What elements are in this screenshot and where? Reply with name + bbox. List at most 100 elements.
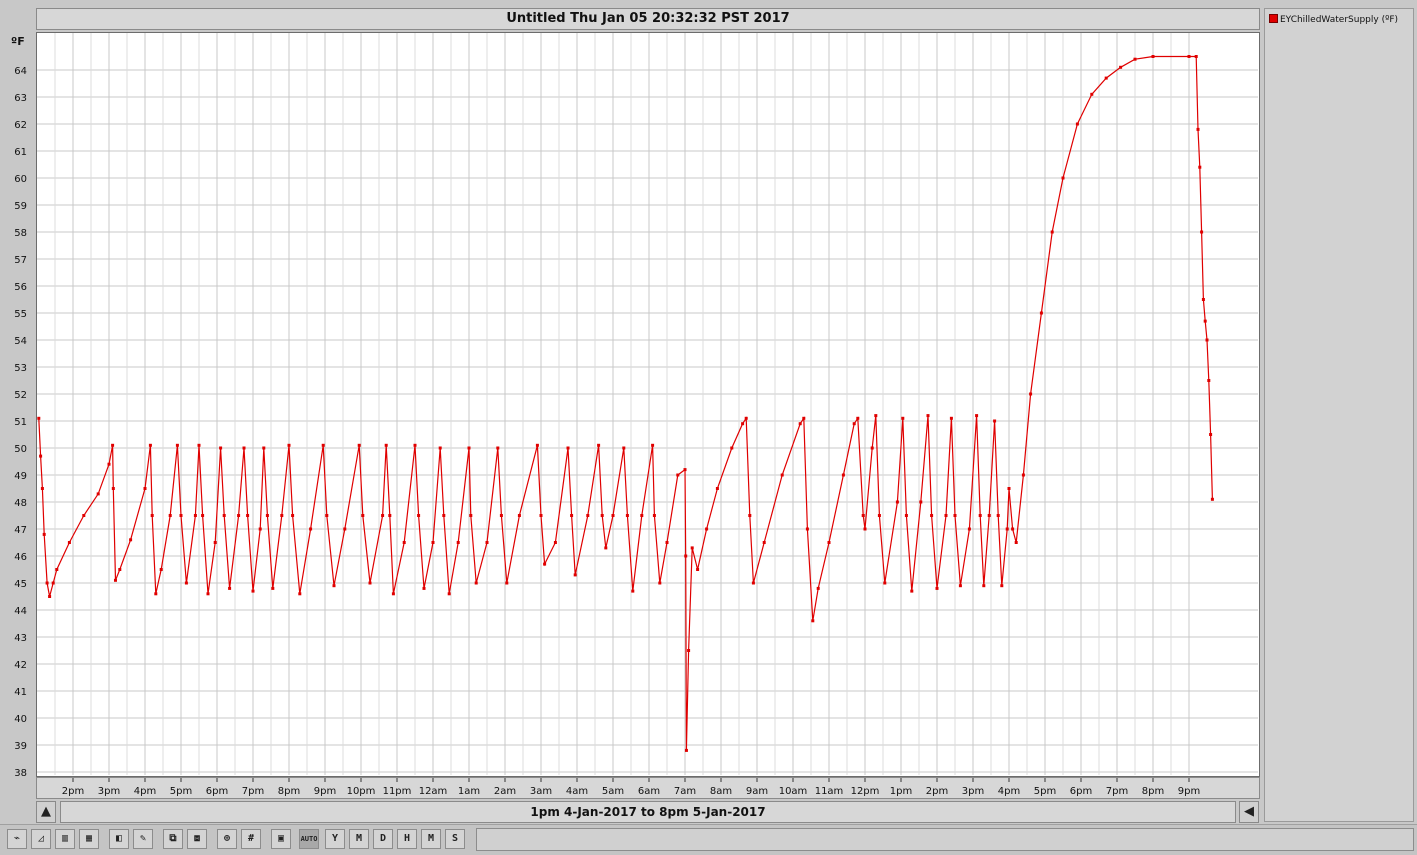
- x-tick-label: 4pm: [134, 786, 156, 797]
- data-point: [505, 581, 509, 585]
- data-point: [1007, 487, 1011, 490]
- data-point: [1075, 122, 1079, 126]
- brush-icon[interactable]: ✎: [133, 829, 153, 849]
- y-tick-label: 56: [14, 282, 27, 293]
- data-point: [368, 581, 372, 585]
- data-point: [1203, 319, 1207, 323]
- x-tick-label: 3am: [530, 786, 552, 797]
- data-point: [37, 416, 41, 420]
- data-point: [910, 589, 914, 593]
- bar-chart-icon[interactable]: ▥: [55, 829, 75, 849]
- minute-button[interactable]: M: [421, 829, 441, 849]
- data-point: [242, 446, 246, 450]
- y-tick-label: 54: [14, 336, 27, 347]
- data-point: [982, 584, 986, 588]
- data-point: [154, 592, 158, 596]
- data-point: [280, 514, 284, 517]
- data-point: [861, 514, 865, 517]
- x-tick-label: 4pm: [998, 786, 1020, 797]
- legend-swatch: [1269, 14, 1278, 23]
- month-button[interactable]: M: [349, 829, 369, 849]
- data-point: [856, 416, 860, 420]
- data-point: [175, 443, 179, 447]
- second-button[interactable]: S: [445, 829, 465, 849]
- data-point: [586, 514, 590, 517]
- line-chart[interactable]: 38 39 40 41 42 43 44 45 46 47 48 49 50 51 52 53 54 55 56 57…: [0, 0, 1417, 855]
- data-point: [841, 473, 845, 477]
- stacked-bar-icon[interactable]: ▦: [79, 829, 99, 849]
- y-tick-label: 59: [14, 201, 27, 212]
- data-point: [597, 443, 601, 447]
- day-button[interactable]: D: [373, 829, 393, 849]
- data-point: [690, 546, 694, 550]
- y-tick-label: 61: [14, 147, 27, 158]
- data-point: [600, 514, 604, 517]
- data-point: [357, 443, 361, 447]
- data-point: [228, 586, 232, 590]
- data-point: [1119, 65, 1123, 69]
- x-tick-label: 2am: [494, 786, 516, 797]
- data-point: [730, 446, 734, 450]
- hour-button[interactable]: H: [397, 829, 417, 849]
- x-tick-label: 6pm: [1070, 786, 1092, 797]
- x-tick-label: 2pm: [926, 786, 948, 797]
- auto-button[interactable]: AUTO: [299, 829, 319, 849]
- data-point: [469, 514, 473, 517]
- y-tick-label: 55: [14, 309, 27, 320]
- data-point: [179, 514, 183, 517]
- data-point: [107, 462, 111, 466]
- save-icon[interactable]: ▣: [271, 829, 291, 849]
- data-point: [474, 581, 478, 585]
- y-tick-label: 38: [14, 768, 27, 779]
- legend-item[interactable]: EYChilledWaterSupply (ºF): [1269, 14, 1398, 25]
- data-point: [611, 514, 615, 517]
- data-point: [780, 473, 784, 477]
- data-point: [111, 487, 115, 490]
- data-point: [1151, 55, 1155, 58]
- scroll-left-button[interactable]: ◀: [1239, 801, 1259, 823]
- data-point: [553, 541, 557, 544]
- cube-3d-icon[interactable]: ◧: [109, 829, 129, 849]
- data-point: [413, 443, 417, 447]
- data-point: [958, 584, 962, 588]
- status-field: [476, 828, 1414, 851]
- data-point: [442, 514, 446, 517]
- data-point: [870, 446, 874, 450]
- paste-icon[interactable]: ⧈: [187, 829, 207, 849]
- data-point: [438, 446, 442, 450]
- data-point: [417, 514, 421, 517]
- data-point: [111, 443, 115, 447]
- x-tick-label: 9am: [746, 786, 768, 797]
- data-point: [604, 546, 608, 550]
- copy-icon[interactable]: ⧉: [163, 829, 183, 849]
- data-point: [665, 541, 669, 544]
- x-tick-label: 1pm: [890, 786, 912, 797]
- x-tick-label: 7am: [674, 786, 696, 797]
- data-point: [802, 416, 806, 420]
- x-tick-label: 6pm: [206, 786, 228, 797]
- grid-icon[interactable]: #: [241, 829, 261, 849]
- data-point: [287, 443, 291, 447]
- data-point: [798, 422, 802, 426]
- year-button[interactable]: Y: [325, 829, 345, 849]
- data-point: [391, 592, 395, 596]
- zoom-icon[interactable]: ⊕: [217, 829, 237, 849]
- data-point: [45, 581, 49, 585]
- data-point: [431, 541, 435, 544]
- data-point: [42, 532, 46, 536]
- area-chart-icon[interactable]: ◿: [31, 829, 51, 849]
- data-point: [1194, 55, 1198, 58]
- data-point: [535, 443, 539, 447]
- data-point: [343, 527, 347, 531]
- scroll-up-button[interactable]: ▲: [36, 801, 56, 823]
- data-point: [676, 473, 680, 477]
- x-tick-label: 12pm: [851, 786, 880, 797]
- data-point: [271, 586, 275, 590]
- line-chart-icon[interactable]: ⌁: [7, 829, 27, 849]
- x-tick-label: 8pm: [1142, 786, 1164, 797]
- data-point: [96, 492, 100, 496]
- data-point: [640, 514, 644, 517]
- data-point: [658, 581, 662, 585]
- data-point: [237, 514, 241, 517]
- data-point: [422, 586, 426, 590]
